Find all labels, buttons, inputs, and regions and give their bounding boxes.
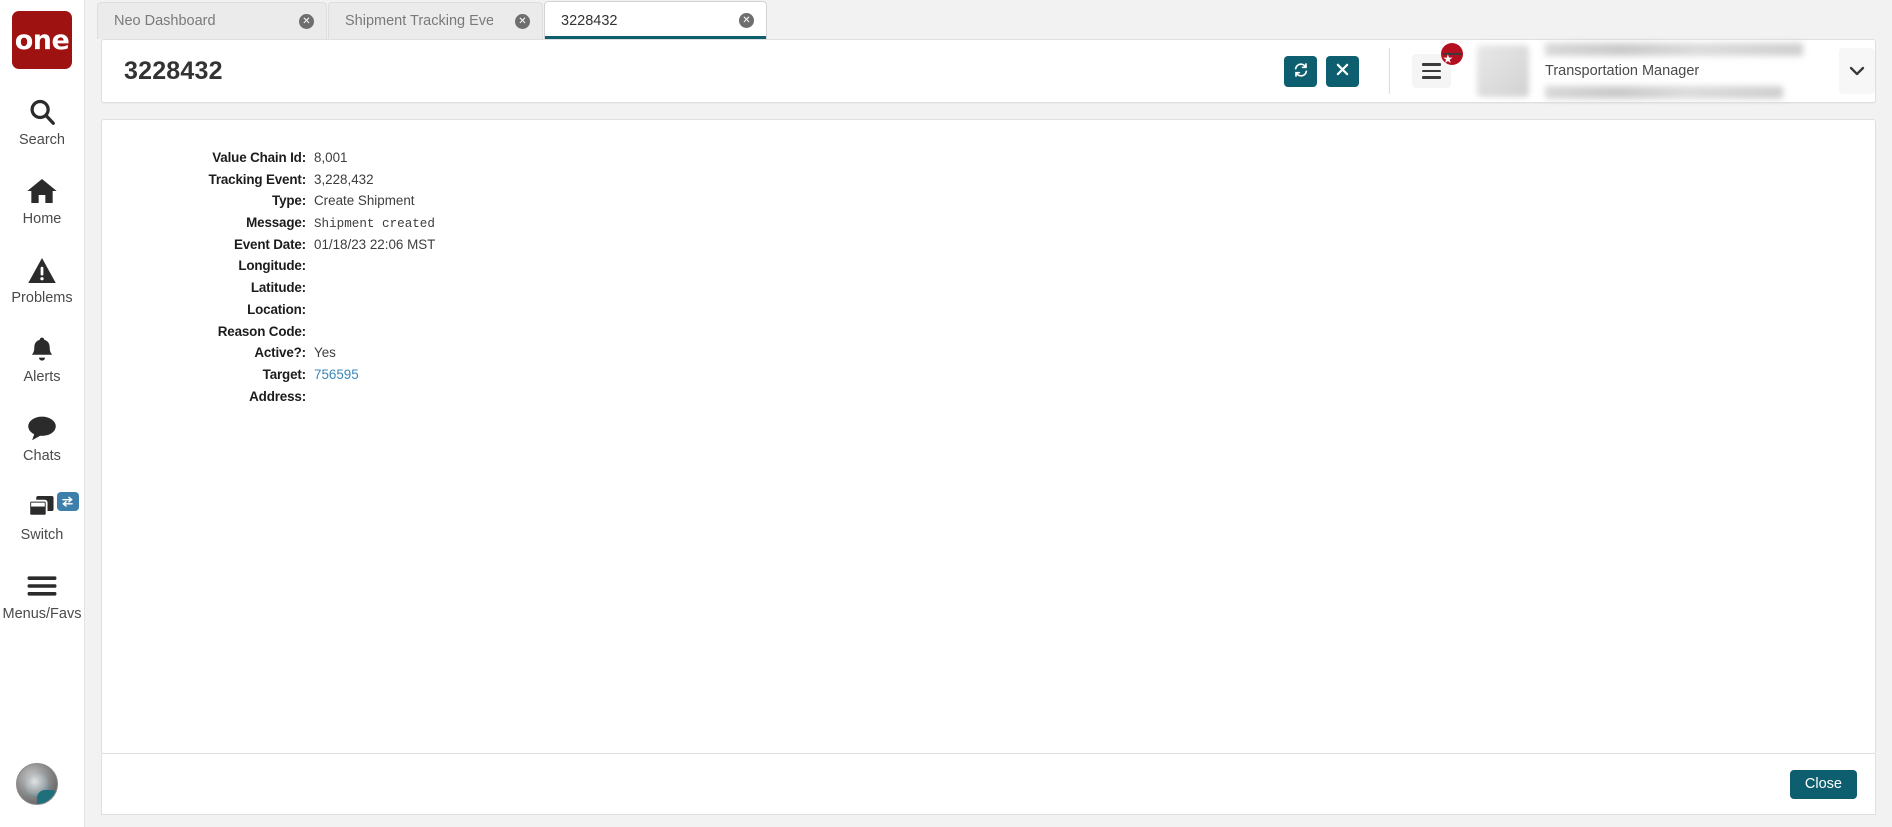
field-value: Create Shipment	[314, 193, 415, 209]
field-label: Target:	[262, 366, 306, 382]
field-label: Active?:	[254, 345, 306, 361]
field-label: Type:	[272, 193, 306, 209]
left-sidebar: one Search Home Problems Alerts Chats Sw…	[0, 0, 85, 827]
tab-strip: Neo Dashboard ✕ Shipment Tracking Event …	[85, 0, 1892, 39]
tab-label-wrap: Shipment Tracking Event Report	[345, 12, 493, 30]
field-value: 8,001	[314, 150, 348, 165]
field-row-value-chain-id: Value Chain Id: 8,001	[102, 150, 1875, 172]
sidebar-label-problems: Problems	[11, 290, 73, 306]
page-title: 3228432	[124, 56, 223, 85]
page-wrapper: 3228432 ★ Transportation Manager Value C…	[85, 39, 1892, 827]
page-header: 3228432 ★ Transportation Manager	[101, 39, 1876, 103]
field-row-target: Target: 756595	[102, 367, 1875, 389]
field-row-address: Address:	[102, 389, 1875, 411]
warning-triangle-icon	[27, 253, 57, 287]
sidebar-item-alerts[interactable]: Alerts	[0, 332, 85, 385]
field-value: 01/18/23 22:06 MST	[314, 236, 436, 252]
hamburger-menu-icon	[26, 569, 58, 603]
sidebar-label-menus-favs: Menus/Favs	[2, 606, 82, 622]
user-profile-block[interactable]: Transportation Manager	[1477, 43, 1821, 99]
detail-field-list: Value Chain Id: 8,001 Tracking Event: 3,…	[102, 150, 1875, 410]
hamburger-line	[1422, 76, 1441, 79]
field-row-event-date: Event Date: 01/18/23 22:06 MST	[102, 237, 1875, 259]
favorites-menu-button[interactable]: ★	[1412, 43, 1463, 88]
field-value: Shipment created	[314, 217, 435, 232]
field-label: Address:	[249, 388, 306, 404]
star-icon: ★	[1442, 52, 1462, 64]
close-page-button[interactable]	[1326, 55, 1359, 87]
detail-panel: Value Chain Id: 8,001 Tracking Event: 3,…	[101, 119, 1876, 754]
app-root: one Search Home Problems Alerts Chats Sw…	[0, 0, 1892, 827]
star-badge: ★	[1441, 43, 1463, 65]
field-row-tracking-event: Tracking Event: 3,228,432	[102, 172, 1875, 194]
field-value: Yes	[314, 345, 336, 361]
sidebar-label-chats: Chats	[23, 448, 61, 464]
field-row-reason-code: Reason Code:	[102, 324, 1875, 346]
tab-3228432[interactable]: 3228432 ✕	[544, 1, 767, 39]
user-avatar-sidebar[interactable]	[16, 763, 58, 805]
chevron-down-icon	[1849, 63, 1865, 80]
sidebar-item-switch[interactable]: Switch	[0, 490, 85, 543]
tab-close-icon[interactable]: ✕	[739, 13, 754, 28]
field-label: Tracking Event:	[208, 171, 307, 187]
one-network-logo[interactable]: one	[12, 11, 72, 69]
tab-shipment-tracking-event-report[interactable]: Shipment Tracking Event Report ✕	[328, 2, 543, 39]
tab-label: 3228432	[561, 12, 618, 29]
switch-windows-icon	[27, 490, 57, 524]
tab-label: Shipment Tracking Event Report	[345, 13, 493, 29]
tab-close-icon[interactable]: ✕	[299, 13, 314, 29]
user-text-block: Transportation Manager	[1545, 43, 1815, 99]
sidebar-label-alerts: Alerts	[23, 369, 61, 385]
user-avatar	[1477, 45, 1529, 97]
tab-label-wrap: Neo Dashboard	[114, 12, 277, 30]
sidebar-label-switch: Switch	[20, 527, 64, 543]
field-row-longitude: Longitude:	[102, 258, 1875, 280]
user-name-redacted	[1545, 43, 1803, 56]
sidebar-item-menus-favs[interactable]: Menus/Favs	[0, 569, 85, 622]
tab-label: Neo Dashboard	[114, 13, 216, 29]
hamburger-line	[1422, 63, 1441, 66]
bell-icon	[28, 332, 56, 366]
header-divider	[1389, 48, 1390, 94]
close-button[interactable]: Close	[1789, 769, 1857, 799]
logo-text: one	[14, 24, 70, 56]
field-label: Value Chain Id:	[212, 150, 306, 165]
sidebar-item-chats[interactable]: Chats	[0, 411, 85, 464]
field-row-type: Type: Create Shipment	[102, 193, 1875, 215]
field-label: Latitude:	[250, 280, 306, 296]
tab-neo-dashboard[interactable]: Neo Dashboard ✕	[97, 2, 327, 39]
sidebar-item-problems[interactable]: Problems	[0, 253, 85, 306]
field-value: 3,228,432	[314, 171, 374, 187]
field-row-location: Location:	[102, 302, 1875, 324]
search-icon	[27, 95, 57, 129]
hamburger-line	[1422, 69, 1441, 73]
field-label: Reason Code:	[217, 323, 306, 339]
field-row-message: Message: Shipment created	[102, 215, 1875, 237]
refresh-button[interactable]	[1284, 55, 1317, 87]
user-menu-dropdown-button[interactable]	[1839, 48, 1875, 94]
sidebar-item-home[interactable]: Home	[0, 174, 85, 227]
field-label: Location:	[247, 301, 306, 317]
avatar-shoulder	[37, 790, 57, 804]
field-label: Message:	[246, 215, 306, 231]
sidebar-item-search[interactable]: Search	[0, 95, 85, 148]
close-x-icon	[1336, 63, 1349, 79]
refresh-icon	[1293, 62, 1309, 81]
chat-bubble-icon	[26, 411, 58, 445]
target-link[interactable]: 756595	[314, 367, 359, 382]
field-row-latitude: Latitude:	[102, 280, 1875, 302]
sidebar-label-home: Home	[22, 211, 62, 227]
footer-bar: Close	[101, 754, 1876, 815]
home-icon	[26, 174, 58, 208]
field-label: Longitude:	[238, 258, 306, 274]
sidebar-label-search: Search	[19, 132, 65, 148]
field-row-active: Active?: Yes	[102, 345, 1875, 367]
field-label: Event Date:	[233, 236, 306, 252]
user-role-label: Transportation Manager	[1545, 63, 1700, 79]
tab-label-wrap: 3228432	[561, 12, 717, 30]
switch-toggle-badge[interactable]	[56, 492, 79, 511]
tab-close-icon[interactable]: ✕	[515, 13, 530, 29]
main-column: Neo Dashboard ✕ Shipment Tracking Event …	[85, 0, 1892, 827]
user-org-redacted	[1545, 86, 1783, 99]
